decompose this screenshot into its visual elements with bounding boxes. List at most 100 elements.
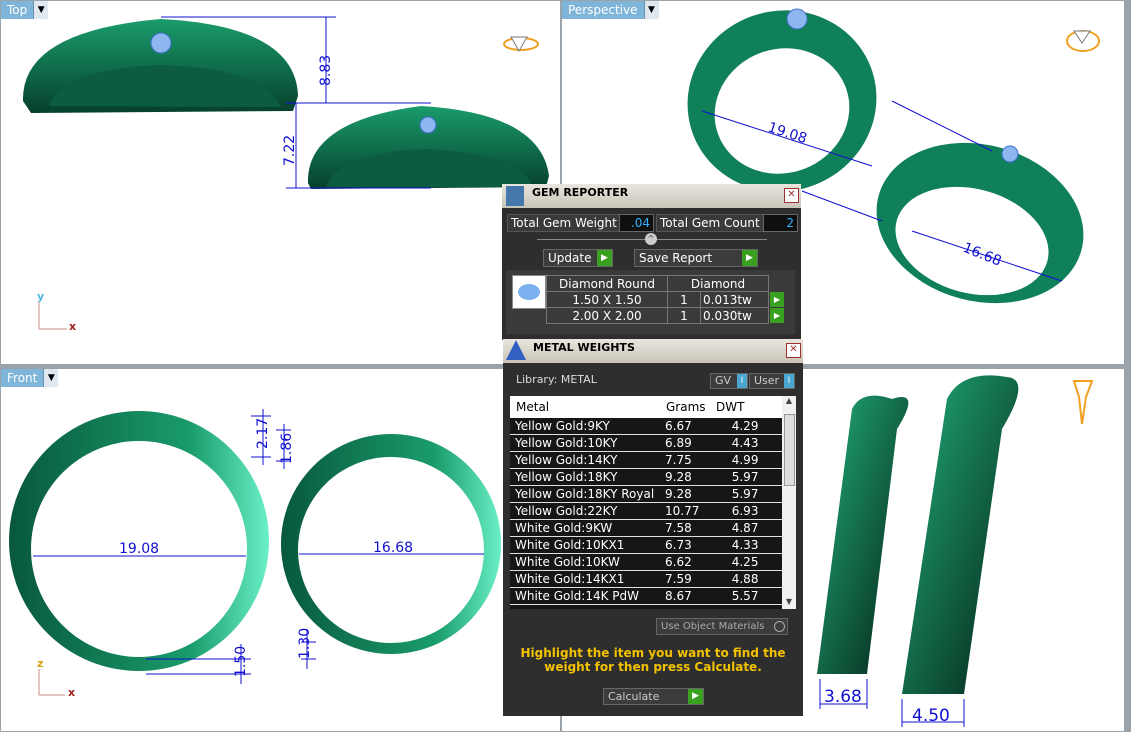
metal-dwt: 5.97: [726, 468, 782, 486]
metal-name: White Gold:14K PdW: [510, 587, 660, 605]
metal-row[interactable]: Yellow Gold:18KY 9.28 5.97: [510, 468, 782, 486]
metal-grams: 8.67: [660, 587, 727, 605]
metal-row[interactable]: White Gold:10KX1 6.73 4.33: [510, 536, 782, 554]
metal-row[interactable]: White Gold:14KX1 7.59 4.88: [510, 570, 782, 588]
gem-count: 1: [667, 291, 701, 308]
play-icon: ▶: [688, 689, 703, 704]
metal-grams: 6.62: [660, 553, 727, 571]
dim-front-bottom-large: 1.50: [233, 646, 249, 677]
library-label: Library: METAL: [516, 373, 597, 386]
scroll-down-icon[interactable]: ▼: [782, 597, 796, 609]
use-object-materials-toggle[interactable]: Use Object Materials: [656, 618, 788, 635]
calculate-button[interactable]: Calculate ▶: [603, 688, 704, 705]
dim-front-bottom-small: 1.30: [297, 628, 313, 659]
col-metal: Metal: [516, 400, 550, 414]
metal-weights-titlebar[interactable]: METAL WEIGHTS ✕: [503, 339, 803, 363]
gem-shape-header: Diamond Round: [546, 275, 668, 292]
round-diamond-icon: [518, 284, 540, 300]
metal-row[interactable]: Yellow Gold:14KY 7.75 4.99: [510, 451, 782, 469]
gem-material-header: Diamond: [667, 275, 769, 292]
gem-row[interactable]: 1.50 X 1.50 1 0.013tw ▶: [546, 291, 784, 308]
axis-z-label: z: [37, 657, 44, 670]
close-icon[interactable]: ✕: [786, 343, 801, 358]
calculate-hint: Highlight the item you want to find the …: [520, 646, 786, 674]
metal-grams: 10.77: [660, 502, 727, 520]
total-gem-weight-label: Total Gem Weight: [507, 214, 622, 232]
viewport-menu-icon[interactable]: ▼: [643, 1, 659, 19]
gem-weight: 0.013tw ▶: [700, 291, 784, 308]
scroll-up-icon[interactable]: ▲: [782, 396, 796, 408]
total-gem-count-value: 2: [763, 214, 798, 232]
gem-reporter-icon: [506, 186, 524, 206]
gem-weight: 0.030tw ▶: [700, 307, 784, 324]
gem-size: 1.50 X 1.50: [546, 291, 668, 308]
metal-name: Yellow Gold:9KY: [510, 418, 660, 435]
gem-reporter-titlebar[interactable]: GEM REPORTER ✕: [502, 184, 801, 208]
gv-toggle[interactable]: GV I: [710, 373, 748, 389]
front-viewport-label[interactable]: Front ▼: [1, 369, 59, 387]
metal-name: Yellow Gold:10KY: [510, 434, 660, 452]
metal-grams: 7.59: [660, 570, 727, 588]
save-report-button[interactable]: Save Report ▶: [634, 249, 758, 267]
metal-row[interactable]: Yellow Gold:10KY 6.89 4.43: [510, 434, 782, 452]
metal-dwt: 4.25: [726, 553, 782, 571]
metal-row[interactable]: White Gold:9KW 7.58 4.87: [510, 519, 782, 537]
metal-name: Yellow Gold:22KY: [510, 502, 660, 520]
metal-grams: 6.67: [660, 418, 727, 435]
gem-thumbnail: [512, 275, 546, 309]
dim-front-width-small: 1.86: [279, 433, 295, 464]
metal-row[interactable]: White Gold:10KW 6.62 4.25: [510, 553, 782, 571]
metal-dwt: 4.87: [726, 519, 782, 537]
metal-list[interactable]: Yellow Gold:9KY 6.67 4.29 Yellow Gold:10KY 6…: [510, 418, 782, 609]
total-gem-weight-value: .04: [619, 214, 654, 232]
metal-dwt: 4.33: [726, 536, 782, 554]
top-viewport[interactable]: Top ▼ 8.83 7.22 y x: [1, 1, 560, 364]
metal-dwt: 5.97: [726, 485, 782, 503]
dim-front-width-large: 2.17: [255, 418, 271, 449]
gem-count: 1: [667, 307, 701, 324]
dim-side-small: 4.50: [912, 706, 950, 726]
metal-table: Yellow Gold:9KY 6.67 4.29 Yellow Gold:10KY 6…: [510, 418, 782, 605]
axis-x-label: x: [68, 686, 76, 699]
total-gem-count-label: Total Gem Count: [656, 214, 765, 232]
metal-table-header: Metal Grams DWT: [510, 396, 782, 418]
gem-row[interactable]: 2.00 X 2.00 1 0.030tw ▶: [546, 307, 784, 324]
metal-grams: 7.58: [660, 519, 727, 537]
ring-preview-icon: [1066, 30, 1100, 52]
metal-dwt: 4.99: [726, 451, 782, 469]
collapse-toggle-icon[interactable]: ^: [645, 233, 657, 245]
play-icon: ▶: [742, 250, 757, 266]
metal-row[interactable]: Yellow Gold:18KY Royal 9.28 5.97: [510, 485, 782, 503]
axis-y-label: y: [37, 290, 45, 303]
front-viewport[interactable]: Front ▼ 19.08 16.68 2.17 1.86 1.50 1.30 z…: [1, 369, 560, 731]
metal-name: Yellow Gold:14KY: [510, 451, 660, 469]
close-icon[interactable]: ✕: [784, 188, 799, 203]
pendant-preview-icon: [1072, 380, 1094, 425]
user-toggle[interactable]: User I: [749, 373, 795, 389]
front-view-drawing: 19.08 16.68 2.17 1.86 1.50 1.30: [9, 409, 501, 696]
play-icon: ▶: [597, 250, 612, 266]
scroll-thumb[interactable]: [784, 414, 795, 486]
play-icon[interactable]: ▶: [770, 292, 784, 307]
play-icon[interactable]: ▶: [770, 308, 784, 323]
col-dwt: DWT: [716, 400, 745, 414]
metal-dwt: 4.29: [726, 418, 782, 435]
metal-row[interactable]: White Gold:14K PdW 8.67 5.57: [510, 587, 782, 605]
metal-row[interactable]: Yellow Gold:22KY 10.77 6.93: [510, 502, 782, 520]
perspective-viewport-label[interactable]: Perspective ▼: [562, 1, 659, 19]
dim-front-inner-small: 16.68: [373, 540, 413, 556]
viewport-menu-icon[interactable]: ▼: [33, 1, 49, 19]
top-viewport-label[interactable]: Top ▼: [1, 1, 49, 19]
metal-grams: 9.28: [660, 468, 727, 486]
gem-reporter-panel: GEM REPORTER ✕ Total Gem Weight .04 Tota…: [502, 184, 801, 340]
metal-name: Yellow Gold:18KY: [510, 468, 660, 486]
radio-icon: [774, 621, 785, 632]
metal-list-scrollbar[interactable]: ▲ ▼: [782, 396, 796, 609]
metal-name: White Gold:14KX1: [510, 570, 660, 588]
viewport-menu-icon[interactable]: ▼: [43, 369, 59, 387]
metal-dwt: 4.88: [726, 570, 782, 588]
metal-row[interactable]: Yellow Gold:9KY 6.67 4.29: [510, 418, 782, 435]
dim-side-large: 3.68: [824, 687, 862, 707]
metal-name: White Gold:10KX1: [510, 536, 660, 554]
update-button[interactable]: Update ▶: [543, 249, 613, 267]
